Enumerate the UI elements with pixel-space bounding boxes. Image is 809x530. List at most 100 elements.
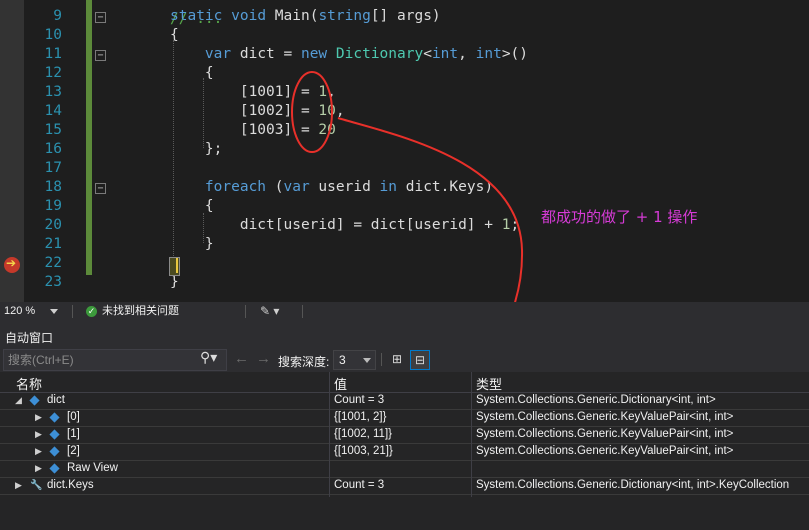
name-cell: ◢ dict <box>0 392 329 409</box>
line-number: 12 <box>44 65 62 81</box>
search-input[interactable]: 搜索(Ctrl+E) <box>3 349 227 371</box>
value-cell[interactable]: Count = 3 <box>334 392 384 409</box>
table-row[interactable]: ▶ [1] {[1002, 11]} System.Collections.Gener… <box>0 426 809 444</box>
table-row[interactable]: ▶ [2] {[1003, 21]} System.Collections.Gener… <box>0 443 809 461</box>
separator <box>381 353 382 366</box>
variable-cube-icon <box>29 395 40 406</box>
column-divider[interactable] <box>329 372 330 497</box>
line-number: 14 <box>44 103 62 119</box>
type-cell: System.Collections.Generic.KeyValuePair<… <box>476 445 734 457</box>
code-text[interactable]: static void Main(string[] args) <box>170 7 441 26</box>
zoom-level[interactable]: 120 % <box>4 302 35 321</box>
column-header-value[interactable]: 值 <box>334 374 347 393</box>
line-number: 22 <box>44 255 62 271</box>
annotation-text: 都成功的做了 + 1 操作 <box>541 208 698 226</box>
search-icon[interactable]: ⚲▾ <box>200 349 217 366</box>
variable-cube-icon <box>49 412 60 423</box>
value-cell[interactable]: {[1001, 2]} <box>334 409 386 426</box>
variable-name: [0] <box>67 411 80 423</box>
table-row[interactable]: ◢ dict Count = 3 System.Collections.Generic… <box>0 392 809 410</box>
code-text[interactable]: } <box>170 235 214 254</box>
line-number: 23 <box>44 274 62 290</box>
search-depth-label: 搜索深度: <box>278 355 330 369</box>
text-caret <box>176 258 178 273</box>
line-number: 9 <box>53 8 62 24</box>
line-number: 21 <box>44 236 62 252</box>
variable-name: dict.Keys <box>47 479 94 491</box>
variable-cube-icon <box>49 446 60 457</box>
line-number: 10 <box>44 27 62 43</box>
expand-arrow-icon[interactable]: ▶ <box>35 409 42 426</box>
value-cell[interactable]: {[1002, 11]} <box>334 426 392 443</box>
indent-guide <box>203 78 204 148</box>
code-text[interactable]: }; <box>170 140 222 159</box>
expand-arrow-icon[interactable]: ▶ <box>15 477 22 494</box>
code-text[interactable]: [1002] = 10, <box>170 102 345 121</box>
hex-display-icon[interactable]: ⊟ <box>410 350 430 370</box>
variable-name: Raw View <box>67 462 118 474</box>
line-number: 19 <box>44 198 62 214</box>
code-text[interactable]: var dict = new Dictionary<int, int>() <box>170 45 528 64</box>
column-header-name[interactable]: 名称 <box>16 374 42 393</box>
value-cell[interactable]: {[1003, 21]} <box>334 443 393 460</box>
code-text[interactable]: [1003] = 20 <box>170 121 336 140</box>
fold-toggle-dict[interactable]: − <box>95 50 106 61</box>
grid-header: 名称 值 类型 <box>0 372 809 393</box>
code-line: 16 }; <box>0 140 809 159</box>
type-cell: System.Collections.Generic.Dictionary<in… <box>476 394 716 406</box>
code-line: 21 } <box>0 235 809 254</box>
code-text[interactable]: [1001] = 1, <box>170 83 336 102</box>
code-editor[interactable]: // ... 9 static void Main(string[] args) 1… <box>0 0 809 302</box>
type-cell: System.Collections.Generic.Dictionary<in… <box>476 479 790 491</box>
name-cell: ▶ [0] <box>0 409 329 426</box>
panel-title: 自动窗口 <box>5 331 54 345</box>
editor-status-bar: 120 % ✓ 未找到相关问题 ✎ ▾ <box>0 302 809 321</box>
forward-arrow-icon[interactable]: → <box>256 350 271 367</box>
variable-name: [2] <box>67 445 80 457</box>
current-statement-highlight <box>169 257 180 276</box>
collapse-arrow-icon[interactable]: ◢ <box>15 392 22 409</box>
zoom-dropdown-icon[interactable] <box>50 309 58 314</box>
code-text[interactable]: { <box>170 64 214 83</box>
name-cell: ▶ [2] <box>0 443 329 460</box>
table-row[interactable]: ▶ Raw View <box>0 460 809 478</box>
fold-toggle-main[interactable]: − <box>95 12 106 23</box>
indent-guide <box>173 40 174 270</box>
fold-toggle-foreach[interactable]: − <box>95 183 106 194</box>
expand-arrow-icon[interactable]: ▶ <box>35 460 42 477</box>
code-text[interactable]: dict[userid] = dict[userid] + 1; <box>170 216 519 235</box>
name-cell: ▶ [1] <box>0 426 329 443</box>
code-text[interactable]: { <box>170 197 214 216</box>
code-text[interactable]: { <box>170 26 179 45</box>
column-divider[interactable] <box>471 372 472 497</box>
separator <box>72 305 73 318</box>
check-circle-icon: ✓ <box>86 306 97 317</box>
name-cell: ▶ 🔧 dict.Keys <box>0 477 329 494</box>
expand-arrow-icon[interactable]: ▶ <box>35 443 42 460</box>
code-line: 15 [1003] = 20 <box>0 121 809 140</box>
line-number: 20 <box>44 217 62 233</box>
code-cleanup-icon[interactable]: ✎ ▾ <box>260 302 279 321</box>
variable-cube-icon <box>49 429 60 440</box>
code-text[interactable]: foreach (var userid in dict.Keys) <box>170 178 493 197</box>
code-line: 17 <box>0 159 809 178</box>
code-line: 12 { <box>0 64 809 83</box>
code-line: 14 [1002] = 10, <box>0 102 809 121</box>
back-arrow-icon[interactable]: ← <box>234 350 249 367</box>
expand-arrow-icon[interactable]: ▶ <box>35 426 42 443</box>
table-row[interactable]: ▶ [0] {[1001, 2]} System.Collections.Generi… <box>0 409 809 427</box>
variable-name: [1] <box>67 428 80 440</box>
autos-window: 自动窗口 搜索(Ctrl+E) ⚲▾ ← → 搜索深度: 3 ⊞ ⊟ 名称 值 … <box>0 321 809 530</box>
line-number: 18 <box>44 179 62 195</box>
value-cell[interactable]: Count = 3 <box>334 477 384 494</box>
column-header-type[interactable]: 类型 <box>476 374 502 393</box>
indent-guide <box>203 213 204 243</box>
pin-icon[interactable]: ⊞ <box>388 350 406 368</box>
current-statement-breakpoint-icon[interactable] <box>4 256 20 273</box>
issues-status[interactable]: 未找到相关问题 <box>102 302 179 321</box>
type-cell: System.Collections.Generic.KeyValuePair<… <box>476 428 734 440</box>
search-depth-select[interactable]: 3 <box>333 350 376 370</box>
table-row[interactable]: ▶ 🔧 dict.Keys Count = 3 System.Collections.G… <box>0 477 809 495</box>
variable-name: dict <box>47 394 65 406</box>
code-line: 11 var dict = new Dictionary<int, int>() <box>0 45 809 64</box>
